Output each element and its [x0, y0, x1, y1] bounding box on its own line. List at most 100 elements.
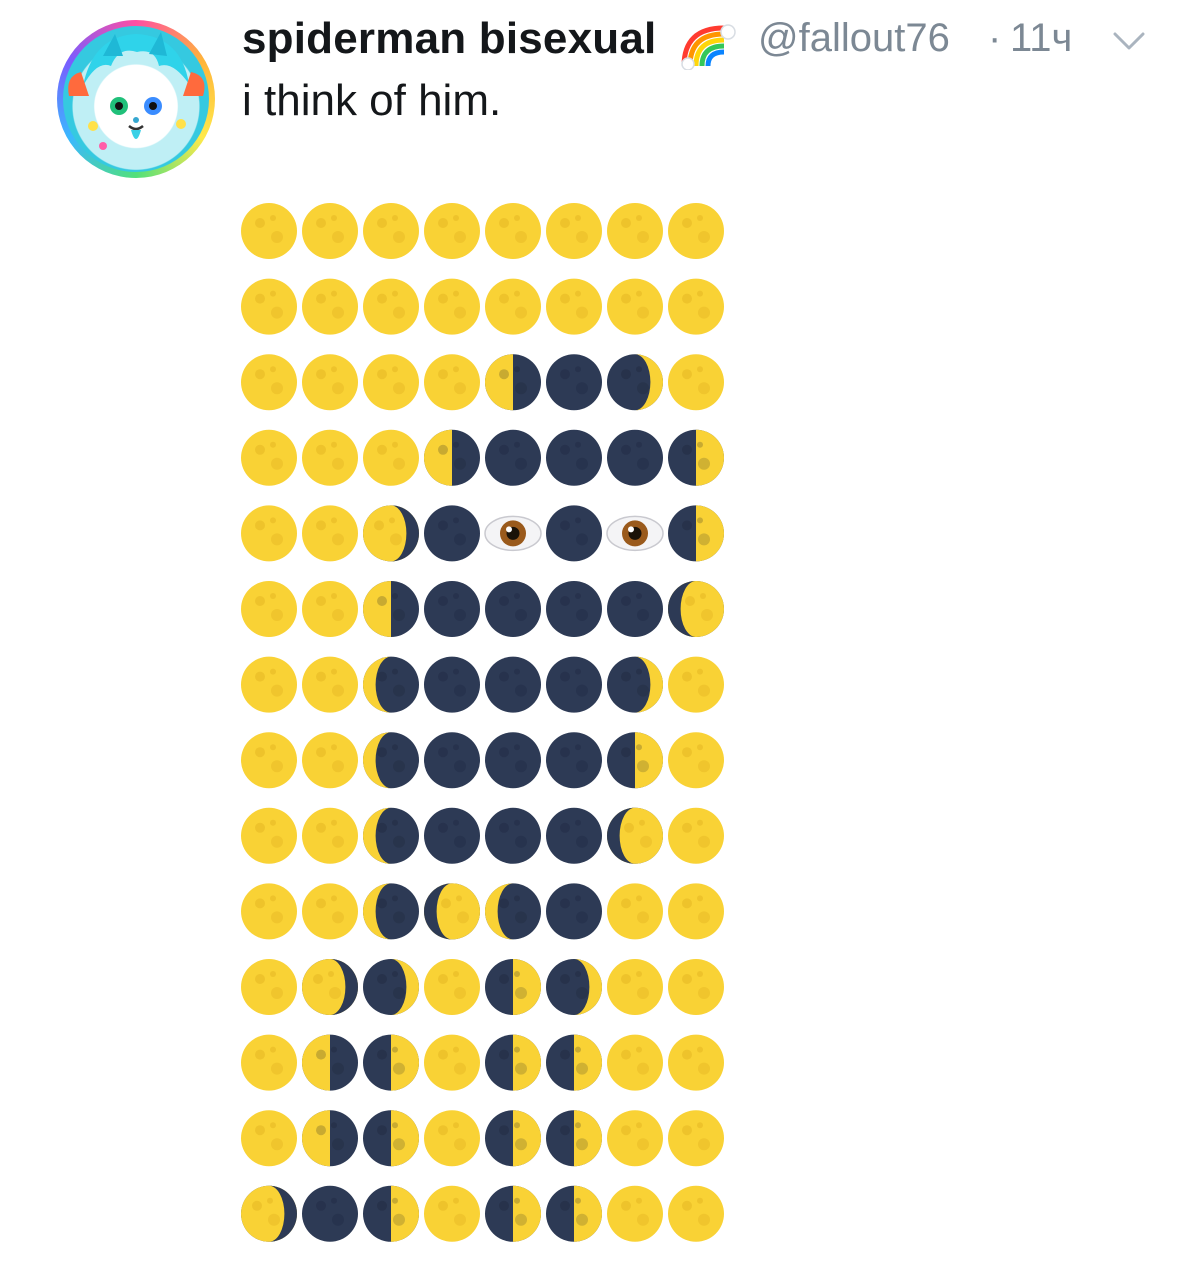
- full-moon-emoji: [424, 1185, 480, 1242]
- full-moon-emoji: [668, 807, 724, 864]
- last-quarter-moon-emoji: [302, 1110, 358, 1167]
- first-quarter-moon-emoji: [485, 959, 541, 1015]
- full-moon-emoji: [363, 203, 419, 259]
- full-moon-emoji: [607, 1185, 663, 1242]
- avatar[interactable]: [57, 20, 215, 178]
- full-moon-emoji: [363, 278, 419, 335]
- full-moon-emoji: [546, 203, 602, 259]
- full-moon-emoji: [302, 732, 358, 789]
- full-moon-emoji: [607, 1034, 663, 1091]
- full-moon-emoji: [607, 883, 663, 940]
- tweet-timestamp[interactable]: 11ч: [1010, 16, 1072, 61]
- chevron-down-icon[interactable]: [1112, 30, 1146, 52]
- last-quarter-moon-emoji: [363, 581, 419, 637]
- waning-crescent-moon-emoji: [363, 732, 419, 789]
- full-moon-emoji: [241, 656, 297, 713]
- first-quarter-moon-emoji: [363, 1034, 419, 1091]
- full-moon-emoji: [485, 278, 541, 335]
- full-moon-emoji: [668, 883, 724, 940]
- full-moon-emoji: [607, 1110, 663, 1167]
- full-moon-emoji: [424, 203, 480, 259]
- full-moon-emoji: [424, 1034, 480, 1091]
- new-moon-emoji: [485, 656, 541, 713]
- full-moon-emoji: [607, 278, 663, 335]
- eye-emoji: [606, 515, 664, 552]
- full-moon-emoji: [668, 959, 724, 1015]
- full-moon-emoji: [302, 883, 358, 940]
- new-moon-emoji: [546, 354, 602, 411]
- waxing-crescent-moon-emoji: [607, 354, 663, 411]
- emoji-grid-canvas: [241, 203, 725, 1242]
- new-moon-emoji: [607, 429, 663, 486]
- new-moon-emoji: [485, 732, 541, 789]
- full-moon-emoji: [424, 959, 480, 1015]
- full-moon-emoji: [607, 959, 663, 1015]
- first-quarter-moon-emoji: [546, 1185, 602, 1242]
- new-moon-emoji: [424, 581, 480, 637]
- full-moon-emoji: [241, 505, 297, 562]
- user-handle[interactable]: @fallout76: [758, 16, 950, 61]
- new-moon-emoji: [546, 581, 602, 637]
- new-moon-emoji: [546, 429, 602, 486]
- eye-emoji: [484, 515, 542, 552]
- new-moon-emoji: [546, 505, 602, 562]
- full-moon-emoji: [302, 505, 358, 562]
- full-moon-emoji: [668, 1185, 724, 1242]
- new-moon-emoji: [424, 505, 480, 562]
- first-quarter-moon-emoji: [485, 1034, 541, 1091]
- new-moon-emoji: [607, 581, 663, 637]
- first-quarter-moon-emoji: [363, 1110, 419, 1167]
- waning-gibbous-moon-emoji: [241, 1185, 298, 1242]
- waxing-crescent-moon-emoji: [363, 959, 419, 1015]
- full-moon-emoji: [668, 732, 724, 789]
- full-moon-emoji: [302, 656, 358, 713]
- first-quarter-moon-emoji: [546, 1034, 602, 1091]
- emoji-grid: [239, 201, 729, 1247]
- waning-gibbous-moon-emoji: [302, 959, 358, 1015]
- full-moon-emoji: [668, 278, 724, 335]
- waxing-gibbous-moon-emoji: [668, 581, 724, 637]
- full-moon-emoji: [302, 807, 358, 864]
- full-moon-emoji: [302, 203, 358, 259]
- waxing-gibbous-moon-emoji: [424, 883, 480, 940]
- first-quarter-moon-emoji: [546, 1110, 602, 1167]
- avatar-image: [68, 32, 205, 150]
- full-moon-emoji: [241, 732, 297, 789]
- new-moon-emoji: [546, 732, 602, 789]
- new-moon-emoji: [485, 429, 541, 486]
- first-quarter-moon-emoji: [607, 732, 663, 789]
- new-moon-emoji: [485, 581, 541, 637]
- full-moon-emoji: [302, 354, 358, 411]
- first-quarter-moon-emoji: [485, 1110, 541, 1167]
- full-moon-emoji: [668, 656, 724, 713]
- full-moon-emoji: [668, 1034, 724, 1091]
- new-moon-emoji: [485, 807, 541, 864]
- full-moon-emoji: [424, 278, 480, 335]
- full-moon-emoji: [241, 959, 297, 1015]
- full-moon-emoji: [668, 203, 724, 259]
- new-moon-emoji: [546, 883, 602, 940]
- full-moon-emoji: [546, 278, 602, 335]
- full-moon-emoji: [668, 1110, 724, 1167]
- waxing-gibbous-moon-emoji: [607, 807, 663, 864]
- full-moon-emoji: [485, 203, 541, 259]
- full-moon-emoji: [424, 354, 480, 411]
- full-moon-emoji: [668, 354, 724, 411]
- full-moon-emoji: [241, 807, 297, 864]
- new-moon-emoji: [424, 732, 480, 789]
- new-moon-emoji: [546, 807, 602, 864]
- display-name[interactable]: spiderman bisexual: [242, 14, 656, 64]
- full-moon-emoji: [302, 429, 358, 486]
- first-quarter-moon-emoji: [485, 1185, 541, 1242]
- tweet-text: i think of him.: [242, 76, 502, 125]
- new-moon-emoji: [424, 656, 480, 713]
- waning-crescent-moon-emoji: [485, 883, 541, 940]
- rainbow-icon: [681, 24, 736, 70]
- full-moon-emoji: [241, 203, 297, 259]
- full-moon-emoji: [363, 429, 419, 486]
- full-moon-emoji: [241, 429, 297, 486]
- new-moon-emoji: [424, 807, 480, 864]
- last-quarter-moon-emoji: [424, 429, 480, 486]
- full-moon-emoji: [302, 278, 358, 335]
- full-moon-emoji: [363, 354, 419, 411]
